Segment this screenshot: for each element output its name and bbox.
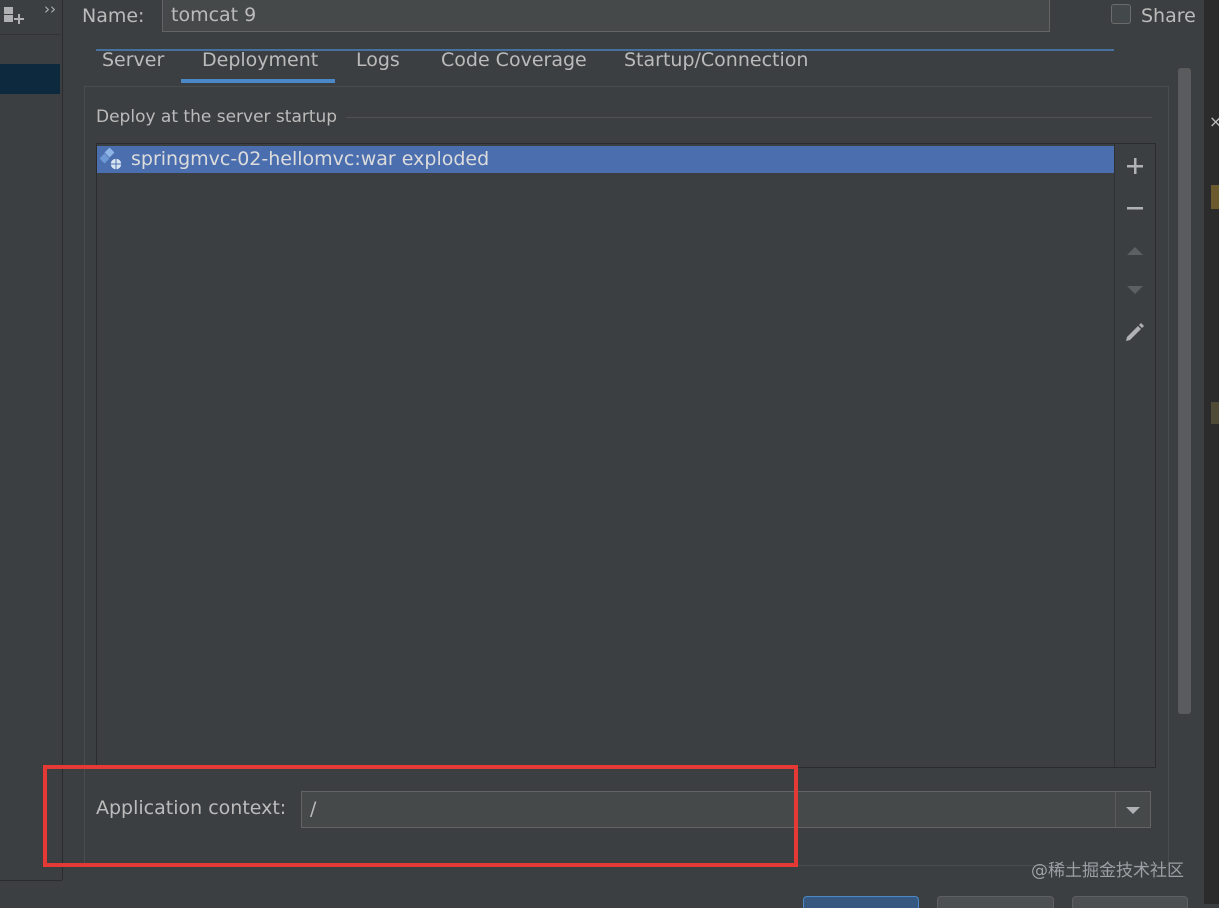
configurations-sidebar [0, 0, 63, 880]
section-divider [346, 117, 1152, 118]
divider [0, 34, 60, 35]
edit-icon[interactable] [1121, 318, 1149, 346]
minus-icon[interactable] [1121, 194, 1149, 222]
artifact-label: springmvc-02-hellomvc:war exploded [131, 148, 490, 170]
background-window-edge [1204, 0, 1219, 904]
more-icon[interactable]: ›› [44, 0, 56, 18]
watermark: @稀土掘金技术社区 [1031, 861, 1184, 881]
artifact-list[interactable] [97, 144, 1115, 767]
divider [0, 880, 62, 881]
artifact-icon [99, 147, 124, 172]
tab-server[interactable]: Server [102, 46, 164, 83]
tab-startup-connection[interactable]: Startup/Connection [624, 46, 808, 83]
chevron-down-icon[interactable] [1115, 791, 1151, 828]
tab-code-coverage[interactable]: Code Coverage [441, 46, 587, 83]
sidebar-selected-item[interactable] [0, 64, 60, 94]
active-tab-indicator [181, 79, 335, 83]
apply-button[interactable] [1072, 896, 1188, 908]
section-title: Deploy at the server startup [96, 107, 338, 127]
share-checkbox[interactable] [1111, 4, 1131, 24]
ok-button[interactable] [803, 896, 919, 908]
cancel-button[interactable] [937, 896, 1054, 908]
tab-logs[interactable]: Logs [356, 46, 400, 83]
name-label: Name: [82, 5, 145, 27]
move-up-icon[interactable] [1121, 236, 1149, 264]
editor-marker [1211, 185, 1219, 209]
vertical-scrollbar[interactable] [1178, 68, 1191, 714]
close-icon[interactable]: × [1209, 112, 1219, 131]
editor-marker [1211, 402, 1219, 424]
plus-icon[interactable] [1121, 152, 1149, 180]
share-label[interactable]: Share [1141, 5, 1196, 27]
name-input[interactable]: tomcat 9 [162, 0, 1050, 32]
highlight-annotation [43, 765, 798, 867]
tab-deployment[interactable]: Deployment [202, 46, 318, 83]
move-down-icon[interactable] [1121, 276, 1149, 304]
add-configuration-icon[interactable] [3, 4, 27, 28]
